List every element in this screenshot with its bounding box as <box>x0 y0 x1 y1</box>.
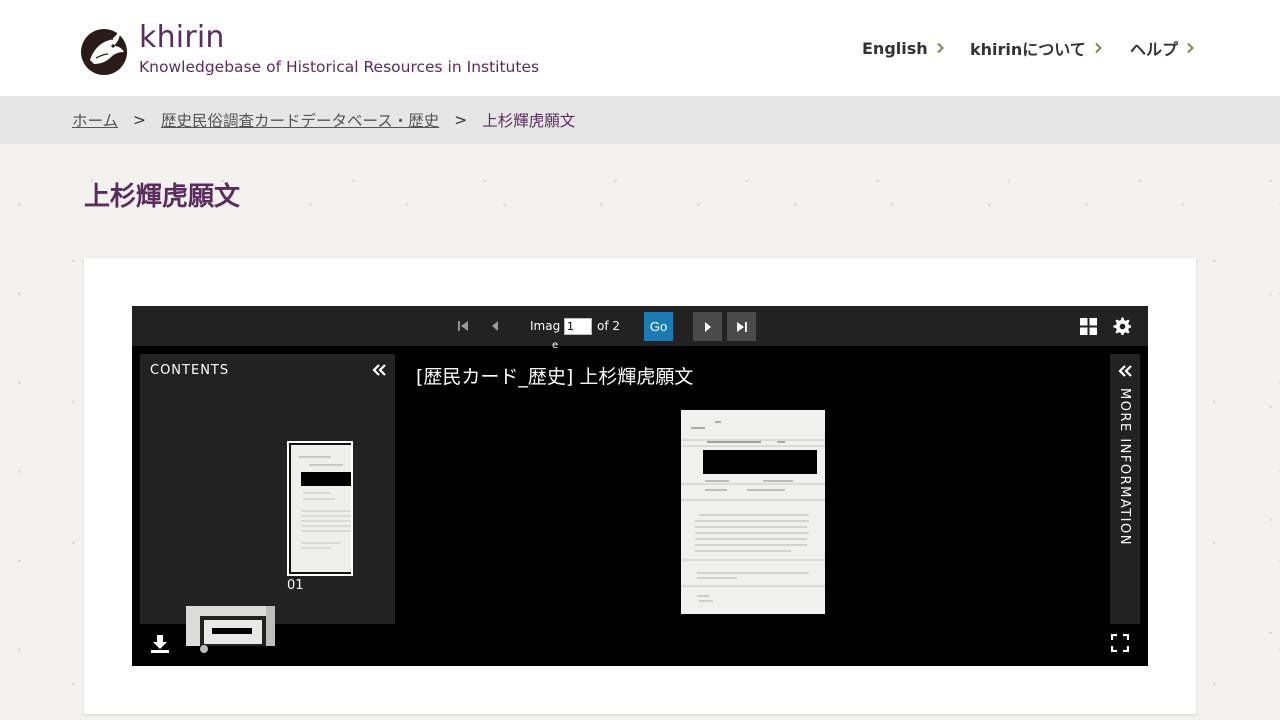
next-page-button[interactable] <box>693 312 722 341</box>
breadcrumb: ホーム > 歴史民俗調査カードデータベース・歴史 > 上杉輝虎願文 <box>72 96 575 144</box>
breadcrumb-home[interactable]: ホーム <box>72 109 118 131</box>
nav-about[interactable]: khirinについて <box>970 36 1102 60</box>
breadcrumb-separator: > <box>133 111 147 129</box>
document-thumbnail-image <box>291 445 351 572</box>
chevron-right-icon <box>1187 42 1194 54</box>
page-selector: Imag of 2 <box>530 306 620 346</box>
nav-help-label[interactable]: ヘルプ <box>1130 36 1178 60</box>
page-label-wrap: e <box>552 340 559 351</box>
nav-english-label[interactable]: English <box>862 39 928 58</box>
nav-english[interactable]: English <box>862 38 944 58</box>
breadcrumb-bar: ホーム > 歴史民俗調査カードデータベース・歴史 > 上杉輝虎願文 <box>0 96 1280 144</box>
filmstrip-scroll-handle[interactable] <box>200 645 208 653</box>
previous-page-icon[interactable] <box>489 319 501 333</box>
breadcrumb-collection[interactable]: 歴史民俗調査カードデータベース・歴史 <box>161 109 439 131</box>
breadcrumb-separator: > <box>454 111 468 129</box>
double-chevron-left-icon[interactable] <box>371 363 387 377</box>
gallery-grid-icon[interactable] <box>1080 318 1097 335</box>
filmstrip-thumbnail[interactable] <box>186 606 275 646</box>
page-label: Imag <box>530 319 561 333</box>
filmstrip-thumbnail-image <box>186 606 275 646</box>
brand-tagline: Knowledgebase of Historical Resources in… <box>139 58 540 76</box>
document-scan <box>681 410 825 614</box>
viewer-toolbar: Imag of 2 e Go <box>132 306 1148 351</box>
chevron-right-icon <box>936 42 944 54</box>
contents-panel: CONTENTS 01 <box>140 354 395 624</box>
settings-gear-icon[interactable] <box>1113 317 1132 336</box>
last-page-icon <box>736 321 747 332</box>
page-number-input[interactable] <box>564 317 592 335</box>
chevron-right-icon <box>1095 42 1102 54</box>
more-information-panel[interactable]: MORE INFORMATION <box>1110 354 1140 624</box>
site-header: khirin Knowledgebase of Historical Resou… <box>0 0 1280 96</box>
page-title: 上杉輝虎願文 <box>84 182 241 212</box>
first-page-icon[interactable] <box>456 319 470 333</box>
more-information-label[interactable]: MORE INFORMATION <box>1117 388 1132 546</box>
brand-name[interactable]: khirin <box>139 20 225 55</box>
image-viewer: Imag of 2 e Go CONTENTS <box>132 306 1148 666</box>
page-count: of 2 <box>597 319 621 333</box>
page-thumbnail[interactable] <box>287 441 353 576</box>
next-page-icon <box>704 321 711 332</box>
last-page-button[interactable] <box>727 312 756 341</box>
document-title: [歴民カード_歴史] 上杉輝虎願文 <box>416 366 694 388</box>
thumbnail-label: 01 <box>287 578 304 593</box>
document-page-image[interactable] <box>681 410 825 614</box>
fullscreen-icon[interactable] <box>1111 634 1129 652</box>
dragon-logo-icon[interactable] <box>80 24 128 76</box>
nav-help[interactable]: ヘルプ <box>1130 36 1194 60</box>
download-icon[interactable] <box>150 634 170 654</box>
breadcrumb-current: 上杉輝虎願文 <box>482 112 576 130</box>
nav-about-label[interactable]: khirinについて <box>970 36 1086 60</box>
contents-title: CONTENTS <box>150 363 230 378</box>
go-button[interactable]: Go <box>644 312 673 341</box>
double-chevron-left-icon[interactable] <box>1117 364 1133 378</box>
